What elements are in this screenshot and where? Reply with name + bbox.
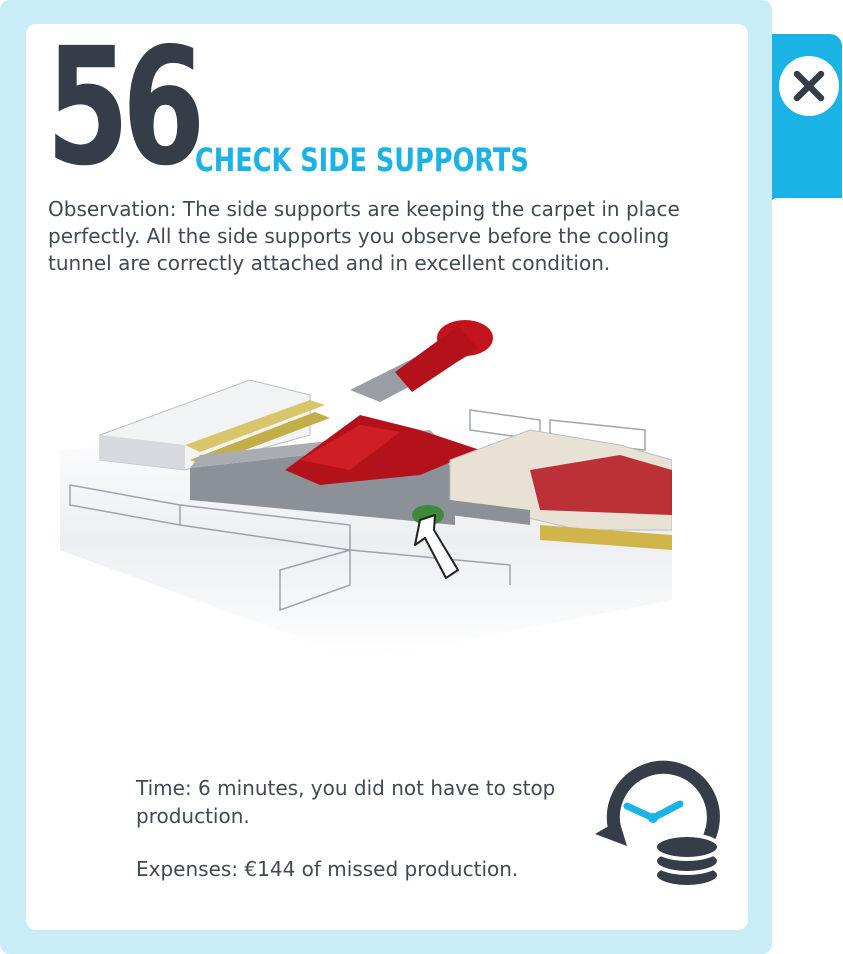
clock-coins-icon: [595, 760, 721, 889]
step-number: 56: [46, 14, 205, 202]
production-line-illustration: [60, 320, 672, 660]
observation-text: Observation: The side supports are keepi…: [48, 197, 680, 275]
close-icon: [781, 58, 837, 114]
close-button[interactable]: [779, 56, 839, 116]
time-info: Time: 6 minutes, you did not have to sto…: [136, 776, 556, 828]
tab-wave-decoration: [772, 178, 842, 200]
step-title: CHECK SIDE SUPPORTS: [195, 141, 529, 179]
expenses-info: Expenses: €144 of missed production.: [136, 857, 519, 881]
